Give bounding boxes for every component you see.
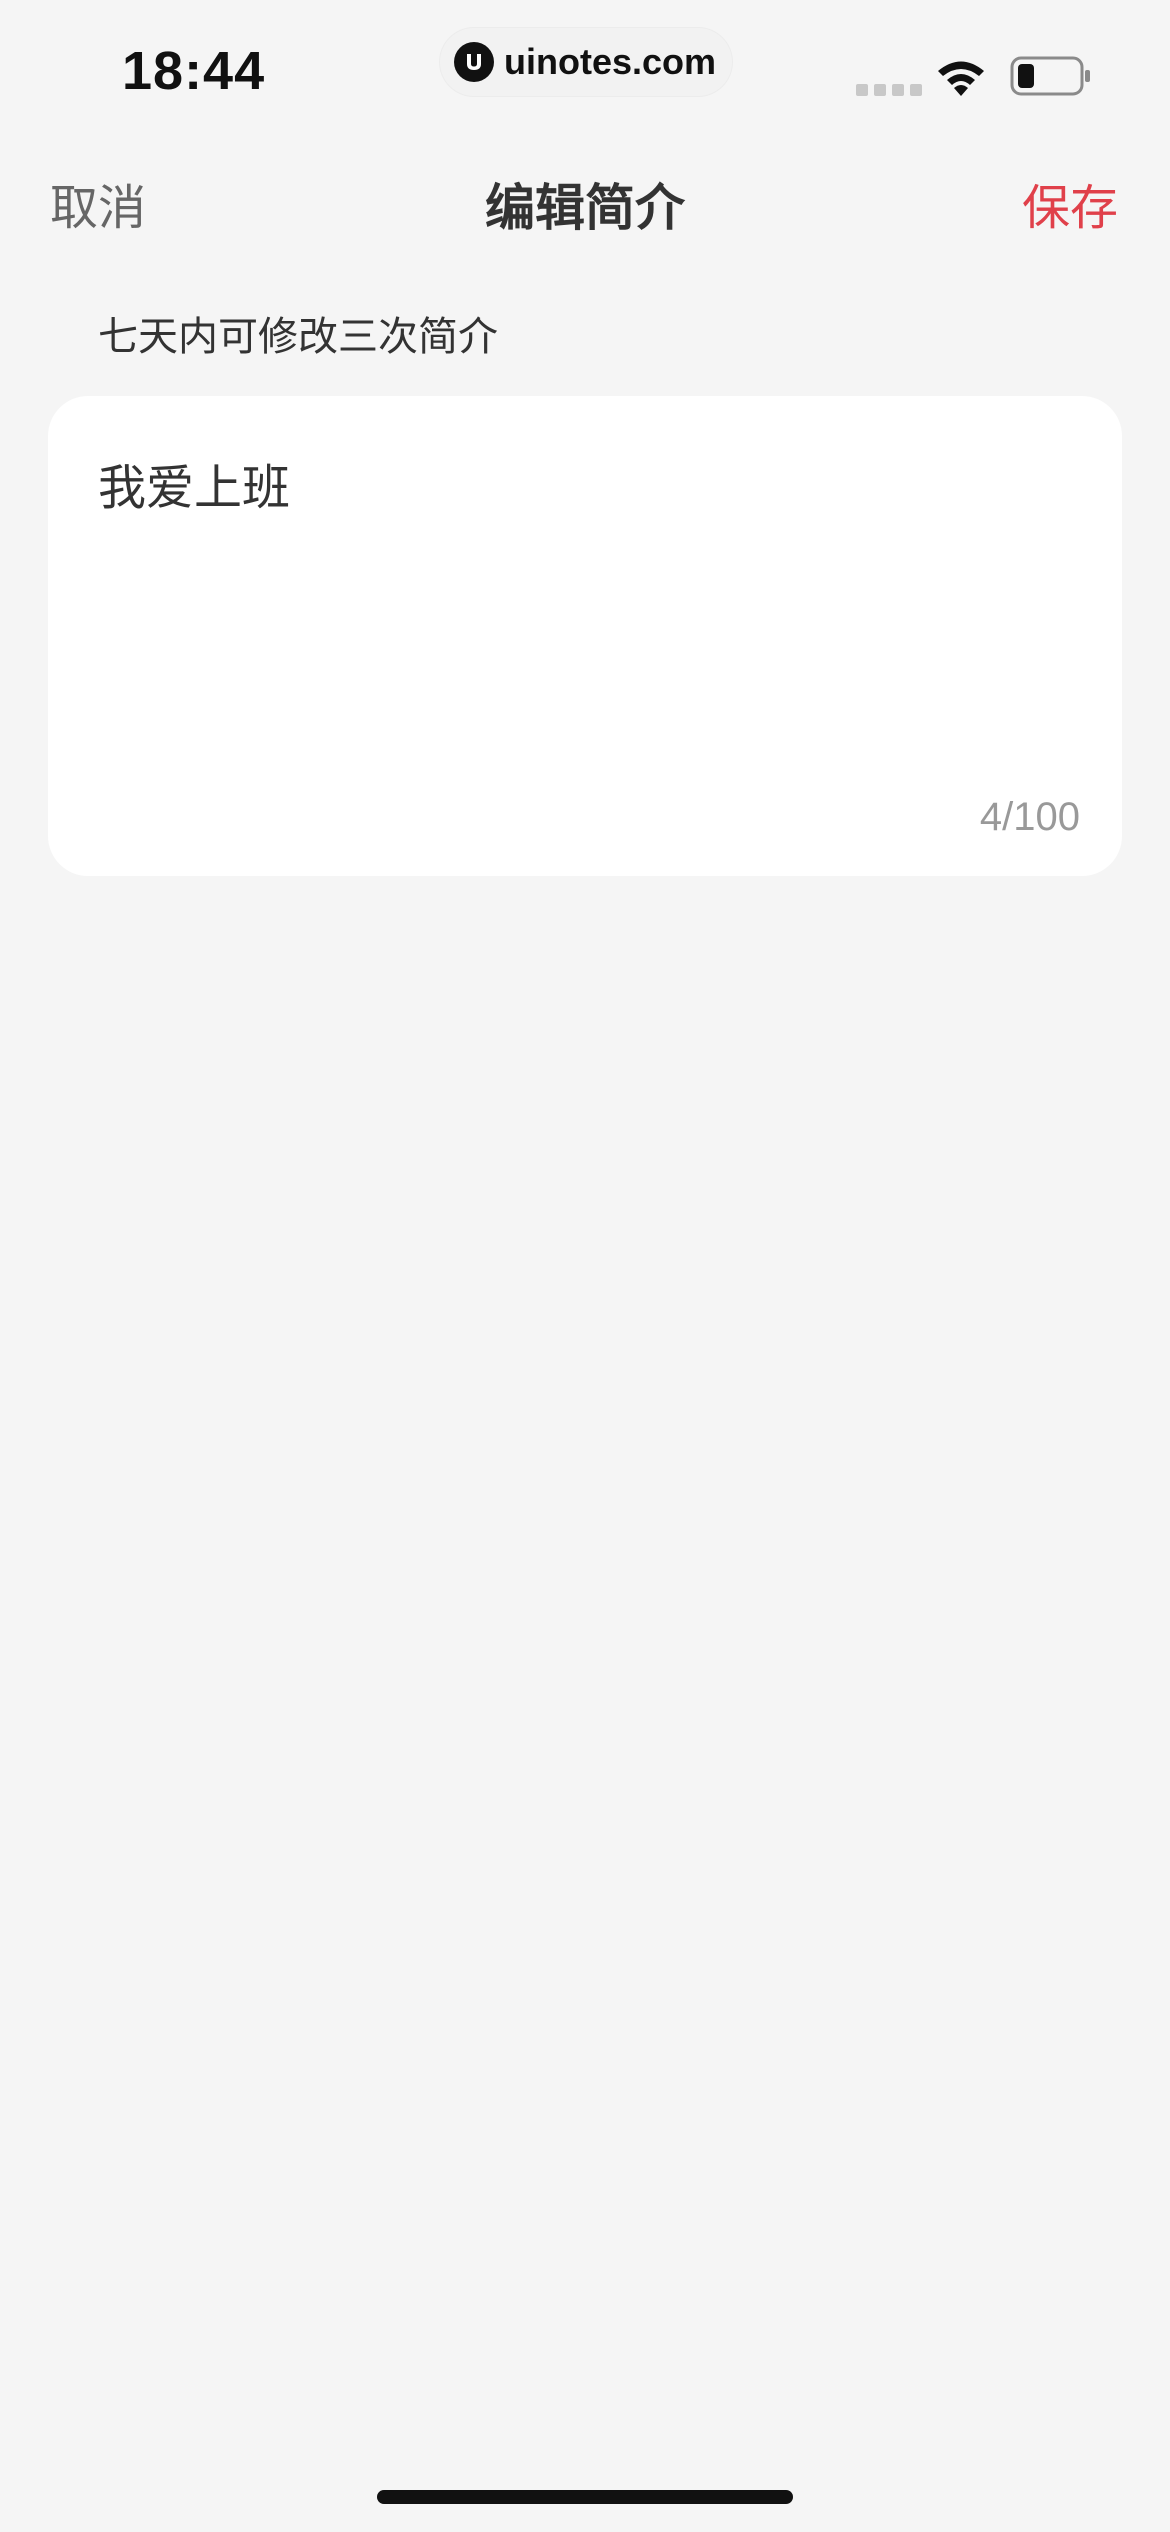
home-indicator[interactable]: [377, 2490, 793, 2504]
status-bar: 18:44 uinotes.com: [0, 0, 1170, 140]
wifi-icon: [938, 61, 984, 96]
watermark-text: uinotes.com: [504, 41, 717, 82]
bio-textarea[interactable]: 我爱上班: [98, 448, 1068, 518]
char-counter: 4/100: [979, 795, 1080, 839]
battery-icon: [1010, 56, 1090, 96]
status-time: 18:44: [122, 41, 266, 101]
watermark-logo-icon: [454, 42, 494, 82]
save-button[interactable]: 保存: [1022, 168, 1118, 238]
watermark-badge: uinotes.com: [440, 28, 732, 96]
signal-icon: [856, 84, 922, 96]
edit-limit-hint: 七天内可修改三次简介: [98, 314, 498, 360]
nav-bar: 取消 编辑简介 保存: [0, 150, 1170, 250]
bio-input-card[interactable]: 我爱上班 4/100: [48, 396, 1122, 876]
page-title: 编辑简介: [485, 179, 685, 237]
